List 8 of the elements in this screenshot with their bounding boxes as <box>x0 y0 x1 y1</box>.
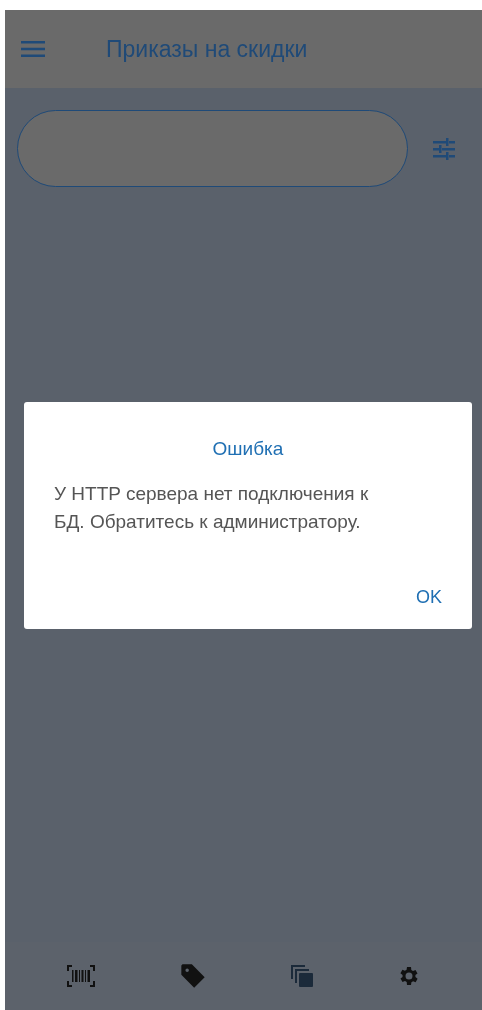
ok-button[interactable]: OK <box>408 580 450 615</box>
dialog-title: Ошибка <box>211 437 285 461</box>
screen-title: Приказы на скидки <box>106 34 308 64</box>
filter-sliders-icon[interactable] <box>433 137 455 160</box>
stacked-squares-icon[interactable] <box>289 964 314 988</box>
dialog-message: У HTTP сервера нет подключения к БД. Обратитесь к администратору. <box>54 481 370 534</box>
menu-icon[interactable] <box>21 40 45 58</box>
barcode-scan-icon[interactable] <box>66 964 97 988</box>
